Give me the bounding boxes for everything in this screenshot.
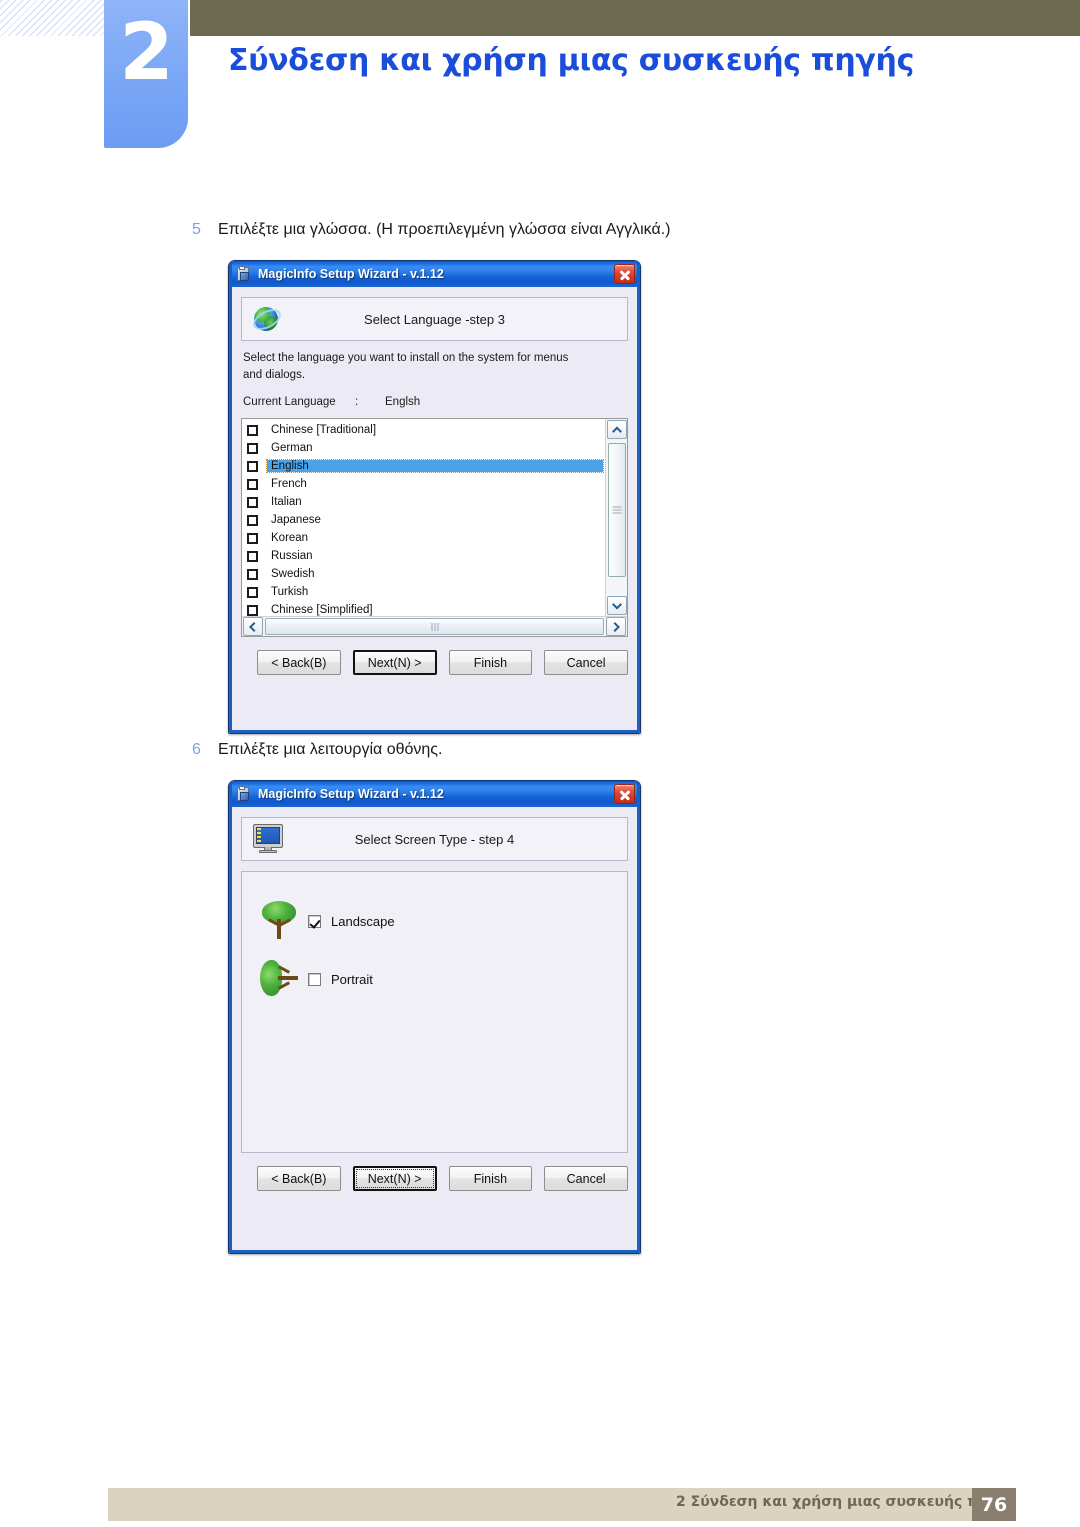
list-item[interactable]: Russian [244, 547, 605, 565]
dialog-title: MagicInfo Setup Wizard - v.1.12 [258, 267, 444, 281]
scrollbar-thumb[interactable] [608, 443, 626, 578]
screen-type-option-landscape[interactable]: Landscape [260, 894, 627, 948]
portrait-label: Portrait [331, 971, 373, 987]
step-6-line: 6 Επιλέξτε μια λειτουργία οθόνης. [192, 741, 442, 759]
step-5-number: 5 [192, 221, 201, 238]
language-description: Select the language you want to install … [243, 352, 569, 381]
next-button[interactable]: Next(N) > [352, 650, 437, 676]
list-item[interactable]: Chinese [Simplified] [244, 601, 605, 616]
current-language-separator: : [355, 396, 359, 409]
list-item[interactable]: French [244, 475, 605, 493]
decorative-hatch-pattern [0, 0, 108, 36]
list-item-label: German [271, 442, 313, 455]
screen-type-panel: Landscape Portrait [241, 871, 628, 1153]
list-item[interactable]: Swedish [244, 565, 605, 583]
close-icon[interactable] [614, 264, 635, 284]
cancel-button[interactable]: Cancel [544, 1166, 628, 1191]
checkbox-icon[interactable] [247, 460, 258, 472]
dialog-button-row: < Back(B) Next(N) > Finish Cancel [241, 637, 628, 687]
page-header: 2 Σύνδεση και χρήση μιας συσκευής πηγής [0, 0, 1080, 160]
current-language-label: Current Language [243, 396, 336, 409]
footer-chapter-text: 2 Σύνδεση και χρήση μιας συσκευής πηγής [676, 1494, 1016, 1510]
current-language-value: Englsh [385, 396, 421, 409]
list-item-label: Chinese [Traditional] [271, 424, 377, 437]
scroll-right-icon[interactable] [606, 617, 626, 637]
page-title: Σύνδεση και χρήση μιας συσκευής πηγής [228, 43, 915, 78]
checkbox-icon[interactable] [247, 496, 258, 508]
list-item[interactable]: Italian [244, 493, 605, 511]
dialog-banner: Select Language -step 3 [241, 297, 628, 341]
language-listbox[interactable]: Chinese [Traditional] German English Fre… [241, 418, 628, 638]
dialog-titlebar[interactable]: MagicInfo Setup Wizard - v.1.12 [229, 781, 640, 807]
horizontal-scrollbar-thumb[interactable] [265, 618, 604, 636]
step-5-text: Επιλέξτε μια γλώσσα. (Η προεπιλεγμένη γλ… [218, 221, 671, 238]
tree-upright-icon [260, 899, 300, 943]
banner-title: Select Language -step 3 [364, 311, 505, 327]
landscape-checkbox[interactable] [308, 914, 321, 928]
horizontal-scrollbar[interactable] [242, 616, 627, 637]
checkbox-icon[interactable] [247, 568, 258, 580]
magicinfo-setup-wizard-language-dialog[interactable]: MagicInfo Setup Wizard - v.1.12 Select L… [228, 260, 641, 734]
list-item-label: Chinese [Simplified] [271, 604, 373, 617]
checkbox-icon[interactable] [247, 604, 258, 616]
list-item-label: French [271, 478, 307, 491]
magicinfo-setup-wizard-screen-type-dialog[interactable]: MagicInfo Setup Wizard - v.1.12 Select S… [228, 780, 641, 1254]
screen-type-option-portrait[interactable]: Portrait [260, 952, 627, 1006]
scroll-left-icon[interactable] [243, 617, 263, 637]
checkbox-icon[interactable] [247, 478, 258, 490]
checkbox-icon[interactable] [247, 586, 258, 598]
dialog-body: Select Screen Type - step 4 Landscape Po… [229, 807, 640, 1203]
current-language-row: Current Language : Englsh [243, 396, 626, 408]
vertical-scrollbar[interactable] [605, 419, 627, 617]
portrait-checkbox[interactable] [308, 972, 321, 986]
next-button[interactable]: Next(N) > [352, 1166, 437, 1191]
page-number-badge: 76 [972, 1488, 1016, 1521]
header-olive-bar [190, 0, 1080, 36]
tree-sideways-icon [260, 957, 300, 1001]
list-item[interactable]: Turkish [244, 583, 605, 601]
step-6-text: Επιλέξτε μια λειτουργία οθόνης. [218, 741, 443, 758]
back-button[interactable]: < Back(B) [257, 650, 341, 676]
chapter-number: 2 [119, 8, 173, 98]
checkbox-icon[interactable] [247, 424, 258, 436]
list-item[interactable]: Korean [244, 529, 605, 547]
installer-icon [235, 785, 252, 803]
checkbox-icon[interactable] [247, 532, 258, 544]
close-icon[interactable] [614, 784, 635, 804]
back-button[interactable]: < Back(B) [257, 1166, 341, 1191]
checkbox-icon[interactable] [247, 442, 258, 454]
scroll-up-icon[interactable] [607, 420, 627, 440]
list-item-label: Korean [271, 532, 309, 545]
chapter-tab: 2 [104, 0, 188, 148]
step-5-line: 5 Επιλέξτε μια γλώσσα. (Η προεπιλεγμένη … [192, 221, 671, 239]
list-item-label: English [266, 459, 604, 474]
dialog-button-row: < Back(B) Next(N) > Finish Cancel [241, 1153, 628, 1203]
list-item[interactable]: German [244, 439, 605, 457]
list-item-label: Turkish [271, 586, 309, 599]
banner-title: Select Screen Type - step 4 [354, 831, 515, 847]
dialog-body: Select Language -step 3 Select the langu… [229, 287, 640, 687]
language-list-items[interactable]: Chinese [Traditional] German English Fre… [242, 419, 605, 616]
dialog-titlebar[interactable]: MagicInfo Setup Wizard - v.1.12 [229, 261, 640, 287]
dialog-banner: Select Screen Type - step 4 [241, 817, 628, 861]
list-item-label: Swedish [271, 568, 315, 581]
finish-button[interactable]: Finish [448, 650, 533, 676]
finish-button[interactable]: Finish [448, 1166, 533, 1191]
list-item[interactable]: Japanese [244, 511, 605, 529]
installer-icon [235, 265, 252, 283]
list-item-label: Italian [271, 496, 302, 509]
dialog-title: MagicInfo Setup Wizard - v.1.12 [258, 787, 444, 801]
cancel-button[interactable]: Cancel [544, 650, 628, 676]
checkbox-icon[interactable] [247, 550, 258, 562]
landscape-label: Landscape [331, 913, 395, 929]
list-item-label: Russian [271, 550, 313, 563]
step-6-number: 6 [192, 741, 201, 758]
checkbox-icon[interactable] [247, 514, 258, 526]
scroll-down-icon[interactable] [607, 596, 627, 616]
list-item[interactable]: Chinese [Traditional] [244, 421, 605, 439]
list-item-label: Japanese [271, 514, 321, 527]
list-item-selected[interactable]: English [244, 457, 605, 475]
